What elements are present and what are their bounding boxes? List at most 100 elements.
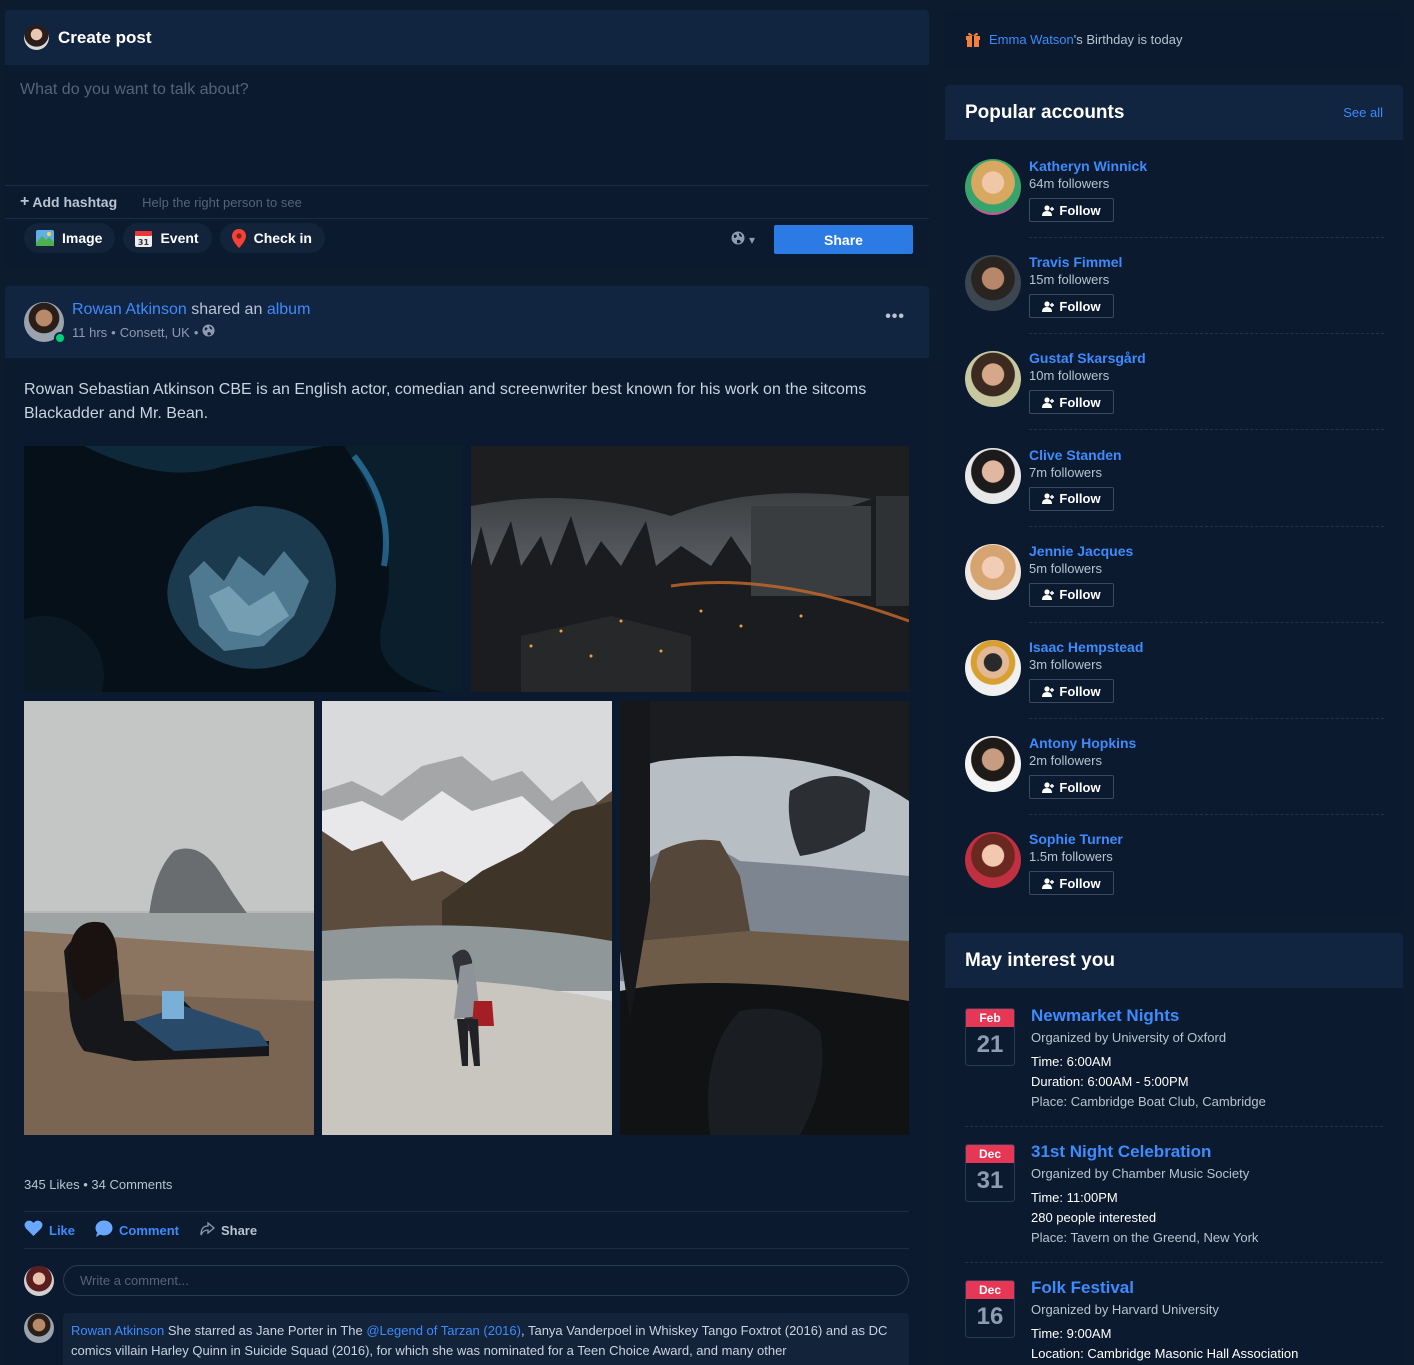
birthday-person-link[interactable]: Emma Watson [989, 32, 1074, 47]
account-separator [1029, 814, 1384, 816]
follow-button[interactable]: Follow [1029, 679, 1114, 703]
globe-icon [731, 231, 745, 248]
event-day: 31 [976, 1167, 1004, 1194]
event-detail: Location: Cambridge Masonic Hall Associa… [1031, 1346, 1299, 1361]
account-item: Travis Fimmel 15m followers Follow [965, 254, 1384, 351]
comment-mention-link[interactable]: @Legend of Tarzan (2016) [366, 1323, 521, 1338]
account-followers: 10m followers [1029, 368, 1110, 384]
album-link[interactable]: album [267, 301, 311, 318]
post-stats[interactable]: 345 Likes • 34 Comments [24, 1177, 172, 1192]
comment-button[interactable]: Comment [95, 1220, 179, 1240]
post-author-link[interactable]: Rowan Atkinson [72, 301, 187, 318]
event-detail: Place: Cambridge Boat Club, Cambridge [1031, 1094, 1266, 1109]
event-calendar-badge: Feb 21 [965, 1008, 1015, 1066]
account-avatar[interactable] [965, 640, 1021, 696]
post-textarea[interactable]: What do you want to talk about? [5, 65, 929, 185]
follow-button[interactable]: Follow [1029, 582, 1114, 607]
like-button[interactable]: Like [24, 1220, 75, 1240]
add-user-icon [1042, 782, 1055, 793]
see-all-link[interactable]: See all [1343, 105, 1383, 120]
event-title-link[interactable]: Newmarket Nights [1031, 1006, 1179, 1026]
account-name-link[interactable]: Antony Hopkins [1029, 735, 1136, 751]
add-user-icon [1042, 589, 1055, 601]
post-shared-text: shared an [191, 301, 263, 318]
album-photo-city-skyline[interactable] [471, 446, 909, 692]
account-name-link[interactable]: Gustaf Skarsgård [1029, 350, 1146, 366]
comment-bubble-icon [95, 1220, 113, 1240]
comment-input[interactable]: Write a comment... [63, 1265, 909, 1296]
follow-label: Follow [1059, 683, 1101, 699]
add-hashtag-button[interactable]: + Add hashtag [20, 193, 117, 211]
event-title-link[interactable]: Folk Festival [1031, 1278, 1134, 1298]
user-avatar [24, 25, 49, 50]
post-type-actions: Image 31 Event Check in [24, 223, 325, 253]
comment-text-box: Rowan Atkinson She starred as Jane Porte… [63, 1313, 909, 1365]
account-avatar[interactable] [965, 159, 1021, 215]
event-calendar-badge: Dec 31 [965, 1144, 1015, 1202]
hashtag-row: + Add hashtag Help the right person to s… [5, 185, 929, 219]
account-avatar[interactable] [965, 255, 1021, 312]
comment-author-avatar[interactable] [24, 1313, 54, 1343]
share-post-button[interactable]: Share [774, 225, 913, 254]
account-avatar[interactable] [965, 447, 1021, 504]
account-avatar[interactable] [965, 736, 1021, 793]
account-followers: 64m followers [1029, 176, 1110, 191]
event-detail: 280 people interested [1031, 1210, 1157, 1225]
birthday-text: 's Birthday is today [1073, 31, 1183, 47]
follow-button[interactable]: Follow [1029, 198, 1114, 222]
event-organizer: Organized by University of Oxford [1031, 1030, 1227, 1045]
separator-dot: • [111, 324, 116, 340]
gift-icon [965, 31, 981, 47]
album-photo-beach-woman[interactable] [24, 701, 314, 1135]
event-title-link[interactable]: 31st Night Celebration [1031, 1142, 1211, 1162]
account-name-link[interactable]: Katheryn Winnick [1029, 158, 1147, 174]
account-avatar[interactable] [965, 832, 1021, 889]
post-author-avatar[interactable] [24, 302, 66, 344]
account-avatar[interactable] [965, 543, 1021, 600]
add-user-icon [1042, 493, 1055, 505]
create-post-header: Create post [5, 10, 929, 65]
album-photo-city-aerial[interactable] [24, 446, 463, 692]
account-followers: 1.5m followers [1029, 849, 1113, 865]
image-button[interactable]: Image [24, 223, 116, 253]
add-user-icon [1042, 397, 1055, 408]
privacy-selector[interactable]: ▾ [731, 231, 755, 248]
account-avatar[interactable] [965, 351, 1021, 408]
share-label: Share [220, 1222, 258, 1238]
follow-button[interactable]: Follow [1029, 390, 1114, 415]
follow-button[interactable]: Follow [1029, 775, 1114, 800]
post-meta: 11 hrs • Consett, UK • [72, 324, 215, 340]
account-name-link[interactable]: Isaac Hempstead [1029, 639, 1143, 655]
follow-button[interactable]: Follow [1029, 871, 1114, 896]
follow-label: Follow [1059, 202, 1101, 218]
follow-label: Follow [1059, 298, 1101, 314]
event-day: 21 [976, 1031, 1004, 1058]
share-arrow-icon [199, 1221, 215, 1240]
album-photo-mountain-lake[interactable] [322, 701, 612, 1135]
check-in-button[interactable]: Check in [219, 223, 325, 253]
account-name-link[interactable]: Travis Fimmel [1029, 254, 1122, 270]
account-name-link[interactable]: Clive Standen [1029, 447, 1122, 463]
map-pin-icon [231, 228, 246, 248]
album-photo-car-window[interactable] [620, 701, 909, 1135]
event-detail: Place: Tavern on the Greend, New York [1031, 1230, 1259, 1245]
account-followers: 2m followers [1029, 753, 1102, 769]
more-options-icon[interactable]: ••• [885, 308, 905, 326]
account-name-link[interactable]: Jennie Jacques [1029, 543, 1133, 559]
comment-author-link[interactable]: Rowan Atkinson [71, 1323, 164, 1338]
account-item: Sophie Turner 1.5m followers Follow [965, 831, 1383, 916]
event-calendar-badge: Dec 16 [965, 1280, 1015, 1338]
event-month: Feb [966, 1009, 1014, 1027]
popular-accounts-card: Popular accounts See all Katheryn Winnic… [945, 85, 1403, 916]
follow-button[interactable]: Follow [1029, 486, 1114, 511]
comment-text-start: She starred as Jane Porter in The [167, 1323, 363, 1338]
follow-button[interactable]: Follow [1029, 294, 1114, 319]
account-name-link[interactable]: Sophie Turner [1029, 831, 1123, 847]
share-button[interactable]: Share [199, 1220, 257, 1240]
post-actions: Like Comment Share [24, 1220, 257, 1240]
event-detail: Time: 11:00PM [1031, 1190, 1118, 1205]
svg-text:31: 31 [138, 238, 150, 247]
event-button[interactable]: 31 Event [123, 223, 212, 253]
follow-label: Follow [1059, 491, 1101, 507]
account-item: Clive Standen 7m followers Follow [965, 447, 1384, 544]
